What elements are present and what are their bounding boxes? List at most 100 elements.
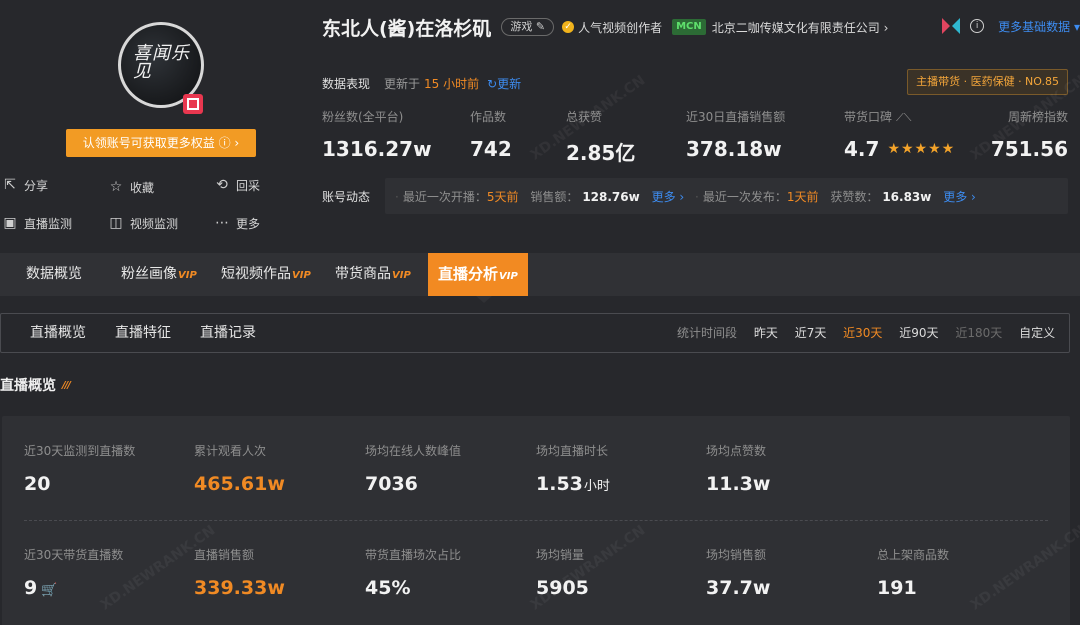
metric-number: 20 [24,473,51,495]
favorite-action[interactable]: ☆ 收藏 [108,178,154,196]
mcn-company-link[interactable]: 北京二咖传媒文化有限责任公司 › [712,19,889,36]
metric-label: 直播销售额 [194,548,255,562]
vip-badge: VIP [178,270,197,281]
refresh-button[interactable]: ↻更新 [487,75,521,92]
last-live-sales: 128.76w [582,190,640,204]
claim-account-button[interactable]: 认领账号可获取更多权益 ⓘ › [66,129,256,157]
last-live-item: · 最近一次开播：5天前 销售额： 128.76w 更多 › [395,188,684,205]
metric-label: 场均直播时长 [536,444,609,458]
tab-label: 直播分析 [438,265,499,283]
share-action[interactable]: ⇱ 分享 [2,176,48,194]
metric-value: 5905 [536,577,589,599]
stat-fans: 粉丝数(全平台) 1316.27w [322,108,432,161]
metric-label: 场均点赞数 [706,444,767,458]
more-action[interactable]: ⋯ 更多 [214,214,260,232]
subtab-live-features[interactable]: 直播特征 [115,314,171,352]
metric-avg-duration: 场均直播时长 1.53 小时 [536,442,610,495]
live-more-link[interactable]: 更多 › [652,190,685,204]
tab-pointer [476,296,492,303]
metric-value: 465.61w [194,473,285,495]
title-row: 东北人(酱)在洛杉矶 游戏 ✎ ✓ 人气视频创作者 MCN 北京二咖传媒文化有限… [322,14,888,40]
metric-number: 45% [365,577,411,599]
info-icon[interactable]: i [970,19,985,33]
video-monitor-label: 视频监测 [130,216,179,231]
stat-label: 带货口碑 ⟋⟍ [844,108,955,125]
tab-data-overview[interactable]: 数据概览 [26,253,82,296]
divider [24,520,1048,521]
last-live-when: 5天前 [486,190,519,204]
period-180d: 近180天 [955,326,1003,340]
last-post-item: · 最近一次发布：1天前 获赞数： 16.83w 更多 › [695,188,976,205]
stat-likes: 总获赞 2.85亿 [566,108,635,166]
cart-icon: 🛒 [41,583,58,598]
live-monitor-label: 直播监测 [24,216,73,231]
metric-value: 9 🛒 [24,577,123,599]
stat-label: 近30日直播销售额 [686,110,786,124]
metric-avg-sales: 场均销售额 37.7w [706,546,770,599]
tab-live-analysis[interactable]: 直播分析VIP [428,253,528,296]
metric-selling-ratio: 带货直播场次占比 45% [365,546,461,599]
trend-chart-icon[interactable]: ⟋⟍ [896,111,911,125]
metric-peak-online: 场均在线人数峰值 7036 [365,442,461,495]
subtab-live-records[interactable]: 直播记录 [200,314,256,352]
live-overview-panel: 近30天监测到直播数 20 累计观看人次 465.61w 场均在线人数峰值 70… [2,416,1070,625]
account-dynamics: 账号动态 · 最近一次开播：5天前 销售额： 128.76w 更多 › · 最近一次发… [322,178,1068,214]
metric-value: 45% [365,577,461,599]
period-yesterday[interactable]: 昨天 [754,326,778,340]
stat-reputation: 带货口碑 ⟋⟍ 4.7 ★★★★★ [844,108,955,161]
updated-prefix: 更新于 [384,76,421,91]
tab-short-videos[interactable]: 短视频作品VIP [221,253,311,296]
vip-badge: VIP [392,270,411,281]
likes-label: 获赞数： [830,190,879,204]
updated-hours: 15 小时前 [424,76,480,91]
tab-fan-profile[interactable]: 粉丝画像VIP [121,253,197,296]
share-label: 分享 [24,178,49,193]
last-live-prefix: 最近一次开播： [402,190,487,204]
metric-value: 339.33w [194,577,285,599]
stat-value: 378.18w [686,137,782,161]
stat-value: 742 [470,137,512,161]
metric-total-products: 总上架商品数 191 [877,546,949,599]
mcn-badge: MCN [672,19,706,35]
metric-value: 1.53 小时 [536,473,610,495]
live-monitor-action[interactable]: ▣ 直播监测 [2,214,72,232]
category-tag[interactable]: 游戏 ✎ [501,18,555,36]
more-label: 更多 [236,216,261,231]
metric-label: 近30天监测到直播数 [24,444,136,458]
qr-code-icon[interactable] [183,94,203,114]
metric-live-sales: 直播销售额 339.33w [194,546,285,599]
sub-tab-bar: 直播概览 直播特征 直播记录 统计时间段 昨天 近7天 近30天 近90天 近1… [0,313,1070,353]
recollect-action[interactable]: ⟲ 回采 [214,176,260,194]
account-info: 东北人(酱)在洛杉矶 游戏 ✎ ✓ 人气视频创作者 MCN 北京二咖传媒文化有限… [322,0,1080,250]
metric-number: 1.53 [536,473,583,495]
metric-label: 带货直播场次占比 [365,548,462,562]
section-title: 直播概览 /// [0,375,71,395]
metric-total-views: 累计观看人次 465.61w [194,442,285,495]
bullet-icon: · [395,190,399,204]
stat-value: 2.85亿 [566,141,636,165]
metric-number: 7036 [365,473,418,495]
period-90d[interactable]: 近90天 [899,326,938,340]
avatar-text: 喜闻乐见 [133,43,190,82]
sales-label: 销售额： [530,190,579,204]
bullet-icon: · [695,190,699,204]
video-monitor-action[interactable]: ◫ 视频监测 [108,214,178,232]
favorite-label: 收藏 [130,180,155,195]
metric-number: 191 [877,577,917,599]
verification-label: 人气视频创作者 [578,20,663,35]
rank-badge[interactable]: 主播带货 · 医药保健 · NO.85 [907,69,1068,95]
post-more-link[interactable]: 更多 › [943,190,976,204]
stat-value: 4.7 ★★★★★ [844,137,955,161]
vip-badge: VIP [292,270,311,281]
period-30d[interactable]: 近30天 [843,326,882,340]
period-7d[interactable]: 近7天 [795,326,827,340]
more-basic-data-link[interactable]: 更多基础数据 ▾ [998,18,1080,35]
period-custom[interactable]: 自定义 [1019,326,1055,340]
metric-unit: 小时 [583,479,610,494]
subtab-live-overview[interactable]: 直播概览 [30,314,86,352]
tab-products[interactable]: 带货商品VIP [335,253,411,296]
metric-value: 37.7w [706,577,770,599]
rating-stars: ★★★★★ [887,141,956,157]
tab-label: 带货商品 [335,266,391,282]
metric-label: 场均销量 [536,548,585,562]
